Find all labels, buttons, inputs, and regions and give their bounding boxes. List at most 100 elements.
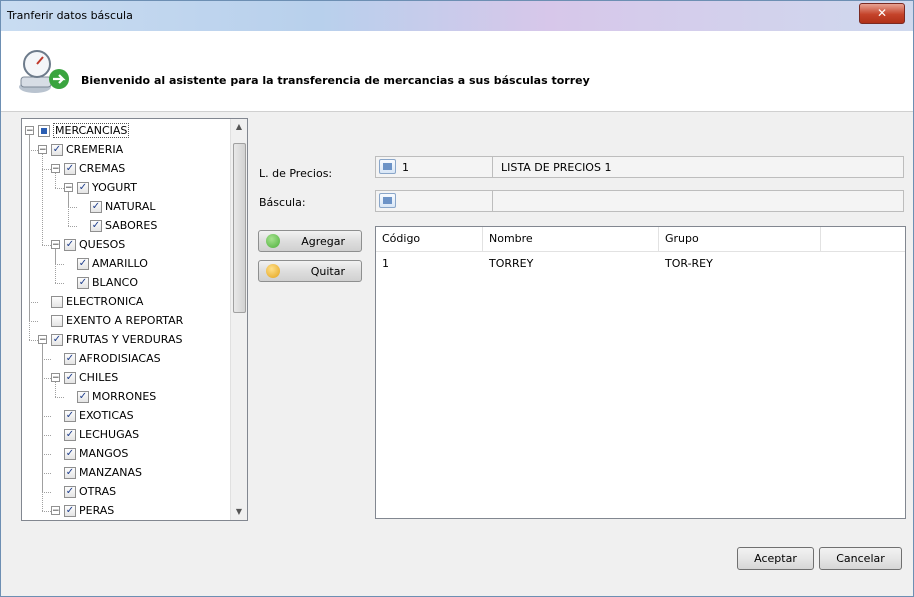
tree-checkbox[interactable]: ✓ [90, 200, 102, 213]
collapse-icon[interactable]: − [25, 126, 34, 136]
tree-node-label: AMARILLO [92, 257, 148, 270]
add-button[interactable]: Agregar [258, 230, 362, 252]
tree-connector [55, 249, 56, 283]
collapse-icon[interactable]: − [38, 335, 47, 345]
column-header-group[interactable]: Grupo [659, 227, 821, 251]
tree-node[interactable]: EXENTO A REPORTAR [38, 313, 183, 328]
tree-node[interactable]: ✓ OTRAS [51, 484, 116, 499]
scroll-up-arrow-icon[interactable]: ▲ [231, 119, 247, 135]
cell-code: 1 [382, 257, 389, 270]
tree-checkbox[interactable]: ✓ [64, 371, 76, 384]
scroll-thumb[interactable] [233, 143, 246, 313]
tree-checkbox[interactable]: ✓ [64, 162, 76, 175]
tree-node[interactable]: ✓ AFRODISIACAS [51, 351, 161, 366]
tree-node[interactable]: ✓ EXOTICAS [51, 408, 134, 423]
remove-button[interactable]: Quitar [258, 260, 362, 282]
tree-connector [42, 154, 43, 245]
tree-node[interactable]: − ✓ YOGURT [64, 180, 137, 195]
tree-checkbox[interactable]: ✓ [64, 409, 76, 422]
column-header-code[interactable]: Código [376, 227, 483, 251]
price-list-code-field[interactable]: 1 [375, 156, 493, 178]
tree-node[interactable]: ✓ BLANCO [64, 275, 138, 290]
tree-checkbox[interactable]: ✓ [77, 257, 89, 270]
tree-connector [29, 135, 30, 340]
tree-node[interactable]: ELECTRONICA [38, 294, 143, 309]
tree-checkbox[interactable]: ✓ [64, 238, 76, 251]
collapse-icon[interactable]: − [51, 506, 60, 516]
tree-content: − MERCANCIAS − ✓ CREMERIA − ✓ CREMAS − ✓ YOGURT ✓ NA… [22, 119, 230, 520]
price-list-code: 1 [402, 161, 409, 174]
add-button-label: Agregar [301, 235, 345, 248]
collapse-icon[interactable]: − [51, 373, 60, 383]
title-bar[interactable]: Tranferir datos báscula ✕ [1, 1, 913, 31]
merchandise-tree[interactable]: − MERCANCIAS − ✓ CREMERIA − ✓ CREMAS − ✓ YOGURT ✓ NA… [21, 118, 248, 521]
tree-node-label: MANZANAS [79, 466, 143, 479]
tree-node[interactable]: ✓ AMARILLO [64, 256, 148, 271]
column-header-name[interactable]: Nombre [483, 227, 659, 251]
tree-connector [42, 492, 51, 493]
tree-node[interactable]: − ✓ CREMERIA [38, 142, 123, 157]
remove-icon [266, 264, 280, 278]
accept-button[interactable]: Aceptar [737, 547, 814, 570]
scale-code-field[interactable] [375, 190, 493, 212]
tree-node[interactable]: ✓ MANGOS [51, 446, 128, 461]
scales-grid[interactable]: Código Nombre Grupo 1 TORREY TOR-REY [375, 226, 906, 519]
collapse-icon[interactable]: − [51, 164, 60, 174]
tree-checkbox[interactable]: ✓ [77, 276, 89, 289]
tree-checkbox[interactable]: ✓ [64, 466, 76, 479]
tree-checkbox[interactable]: ✓ [77, 390, 89, 403]
tree-node-label: YOGURT [92, 181, 137, 194]
tree-checkbox[interactable]: ✓ [64, 352, 76, 365]
scale-label: Báscula: [259, 196, 306, 209]
tree-connector [68, 207, 77, 208]
tree-node-label: PERAS [79, 504, 115, 517]
tree-connector [42, 473, 51, 474]
tree-scrollbar[interactable]: ▲ ▼ [230, 119, 247, 520]
price-list-lookup-icon[interactable] [379, 159, 396, 174]
add-icon [266, 234, 280, 248]
cancel-button[interactable]: Cancelar [819, 547, 902, 570]
scale-lookup-icon[interactable] [379, 193, 396, 208]
tree-connector [29, 321, 38, 322]
scale-name-field [492, 190, 904, 212]
tree-node[interactable]: ✓ NATURAL [77, 199, 156, 214]
tree-checkbox[interactable]: ✓ [64, 428, 76, 441]
tree-node-label: OTRAS [79, 485, 117, 498]
price-list-label: L. de Precios: [259, 167, 333, 180]
tree-checkbox[interactable]: ✓ [64, 504, 76, 517]
tree-node[interactable]: − ✓ FRUTAS Y VERDURAS [38, 332, 182, 347]
collapse-icon[interactable]: − [51, 240, 60, 250]
tree-node[interactable]: − MERCANCIAS [25, 123, 130, 138]
remove-button-label: Quitar [310, 265, 345, 278]
tree-checkbox[interactable]: ✓ [51, 143, 63, 156]
tree-node-label: CREMERIA [66, 143, 124, 156]
welcome-text: Bienvenido al asistente para la transfer… [81, 74, 590, 87]
tree-checkbox[interactable]: ✓ [90, 219, 102, 232]
collapse-icon[interactable]: − [64, 183, 73, 193]
tree-node[interactable]: ✓ MORRONES [64, 389, 156, 404]
tree-node[interactable]: − ✓ QUESOS [51, 237, 125, 252]
tree-node-label: FRUTAS Y VERDURAS [66, 333, 183, 346]
tree-checkbox[interactable]: ✓ [64, 485, 76, 498]
tree-node[interactable]: − ✓ CREMAS [51, 161, 125, 176]
tree-node[interactable]: − ✓ PERAS [51, 503, 114, 518]
tree-checkbox[interactable]: ✓ [64, 447, 76, 460]
tree-node[interactable]: − ✓ CHILES [51, 370, 118, 385]
tree-node[interactable]: ✓ MANZANAS [51, 465, 142, 480]
tree-node-label: MERCANCIAS [53, 123, 130, 138]
tree-node[interactable]: ✓ LECHUGAS [51, 427, 139, 442]
close-button[interactable]: ✕ [859, 3, 905, 24]
tree-checkbox[interactable] [51, 295, 63, 308]
collapse-icon[interactable]: − [38, 145, 47, 155]
transfer-window: Tranferir datos báscula ✕ Bienvenido al … [0, 0, 914, 597]
tree-connector [29, 302, 38, 303]
tree-connector [42, 511, 51, 512]
scroll-down-arrow-icon[interactable]: ▼ [231, 504, 247, 520]
tree-node-label: CREMAS [79, 162, 126, 175]
tree-checkbox[interactable]: ✓ [77, 181, 89, 194]
tree-checkbox[interactable] [38, 124, 50, 137]
cell-group: TOR-REY [665, 257, 713, 270]
tree-checkbox[interactable]: ✓ [51, 333, 63, 346]
tree-checkbox[interactable] [51, 314, 63, 327]
tree-node[interactable]: ✓ SABORES [77, 218, 157, 233]
